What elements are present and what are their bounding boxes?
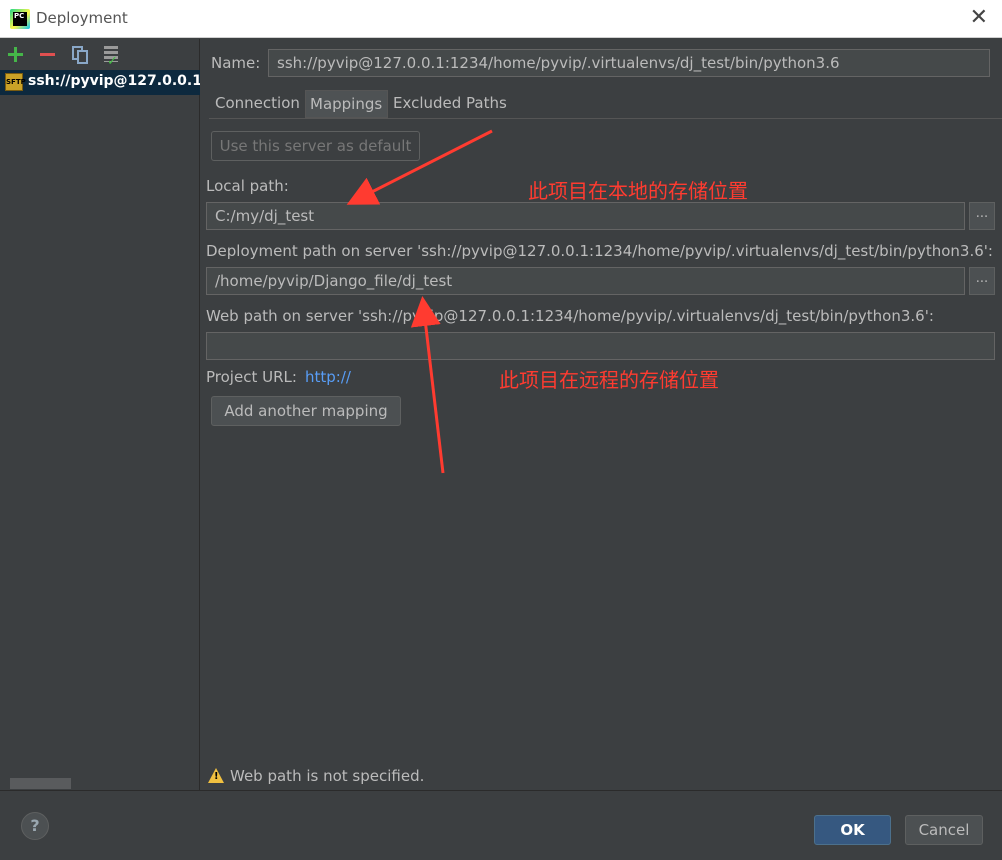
tab-mappings[interactable]: Mappings xyxy=(305,90,388,118)
tab-connection[interactable]: Connection xyxy=(211,90,305,118)
help-button[interactable]: ? xyxy=(21,812,49,840)
warning-message: ! Web path is not specified. xyxy=(208,766,424,785)
cancel-button[interactable]: Cancel xyxy=(905,815,983,845)
default-server-icon[interactable]: ✓ xyxy=(101,44,123,69)
project-url-link[interactable]: http:// xyxy=(305,368,351,386)
local-path-input[interactable]: C:/my/dj_test xyxy=(206,202,965,230)
server-list-item[interactable]: SFTP ssh://pyvip@127.0.0.1:1234/home/pyv… xyxy=(0,70,200,95)
remove-icon[interactable] xyxy=(38,44,60,66)
server-list-panel: ✓ SFTP ssh://pyvip@127.0.0.1:1234/home/p… xyxy=(0,39,200,790)
server-list-item-label: ssh://pyvip@127.0.0.1:1234/home/pyvip/.v… xyxy=(28,73,200,89)
warning-text: Web path is not specified. xyxy=(230,767,425,785)
warning-icon: ! xyxy=(208,768,224,783)
server-settings-panel: Name: ssh://pyvip@127.0.0.1:1234/home/py… xyxy=(201,39,1002,790)
name-label: Name: xyxy=(211,54,261,72)
add-mapping-button[interactable]: Add another mapping xyxy=(211,396,401,426)
local-path-label: Local path: xyxy=(206,177,289,195)
close-icon[interactable]: ✕ xyxy=(970,6,988,30)
horizontal-scrollbar[interactable] xyxy=(10,778,71,789)
deployment-path-input[interactable]: /home/pyvip/Django_file/dj_test xyxy=(206,267,965,295)
web-path-input[interactable] xyxy=(206,332,995,360)
sftp-server-icon: SFTP xyxy=(5,73,26,91)
deployment-path-browse-button[interactable]: ... xyxy=(969,267,995,295)
name-field[interactable]: ssh://pyvip@127.0.0.1:1234/home/pyvip/.v… xyxy=(268,49,990,77)
remote-annotation: 此项目在远程的存储位置 xyxy=(499,368,719,392)
add-icon[interactable] xyxy=(6,44,28,66)
deployment-path-label: Deployment path on server 'ssh://pyvip@1… xyxy=(206,242,993,260)
dialog-footer: ? OK Cancel xyxy=(0,790,1002,860)
project-url-label: Project URL: xyxy=(206,368,297,386)
use-as-default-button[interactable]: Use this server as default xyxy=(211,131,420,161)
local-annotation: 此项目在本地的存储位置 xyxy=(528,179,748,203)
tab-excluded-paths[interactable]: Excluded Paths xyxy=(389,90,507,118)
pycharm-icon: PC xyxy=(10,9,30,29)
copy-icon[interactable] xyxy=(69,44,91,66)
title-bar: PC Deployment ✕ xyxy=(0,0,1002,38)
ok-button[interactable]: OK xyxy=(814,815,891,845)
tab-divider xyxy=(209,118,1002,119)
local-path-browse-button[interactable]: ... xyxy=(969,202,995,230)
window-title: Deployment xyxy=(36,9,128,27)
web-path-label: Web path on server 'ssh://pyvip@127.0.0.… xyxy=(206,307,934,325)
